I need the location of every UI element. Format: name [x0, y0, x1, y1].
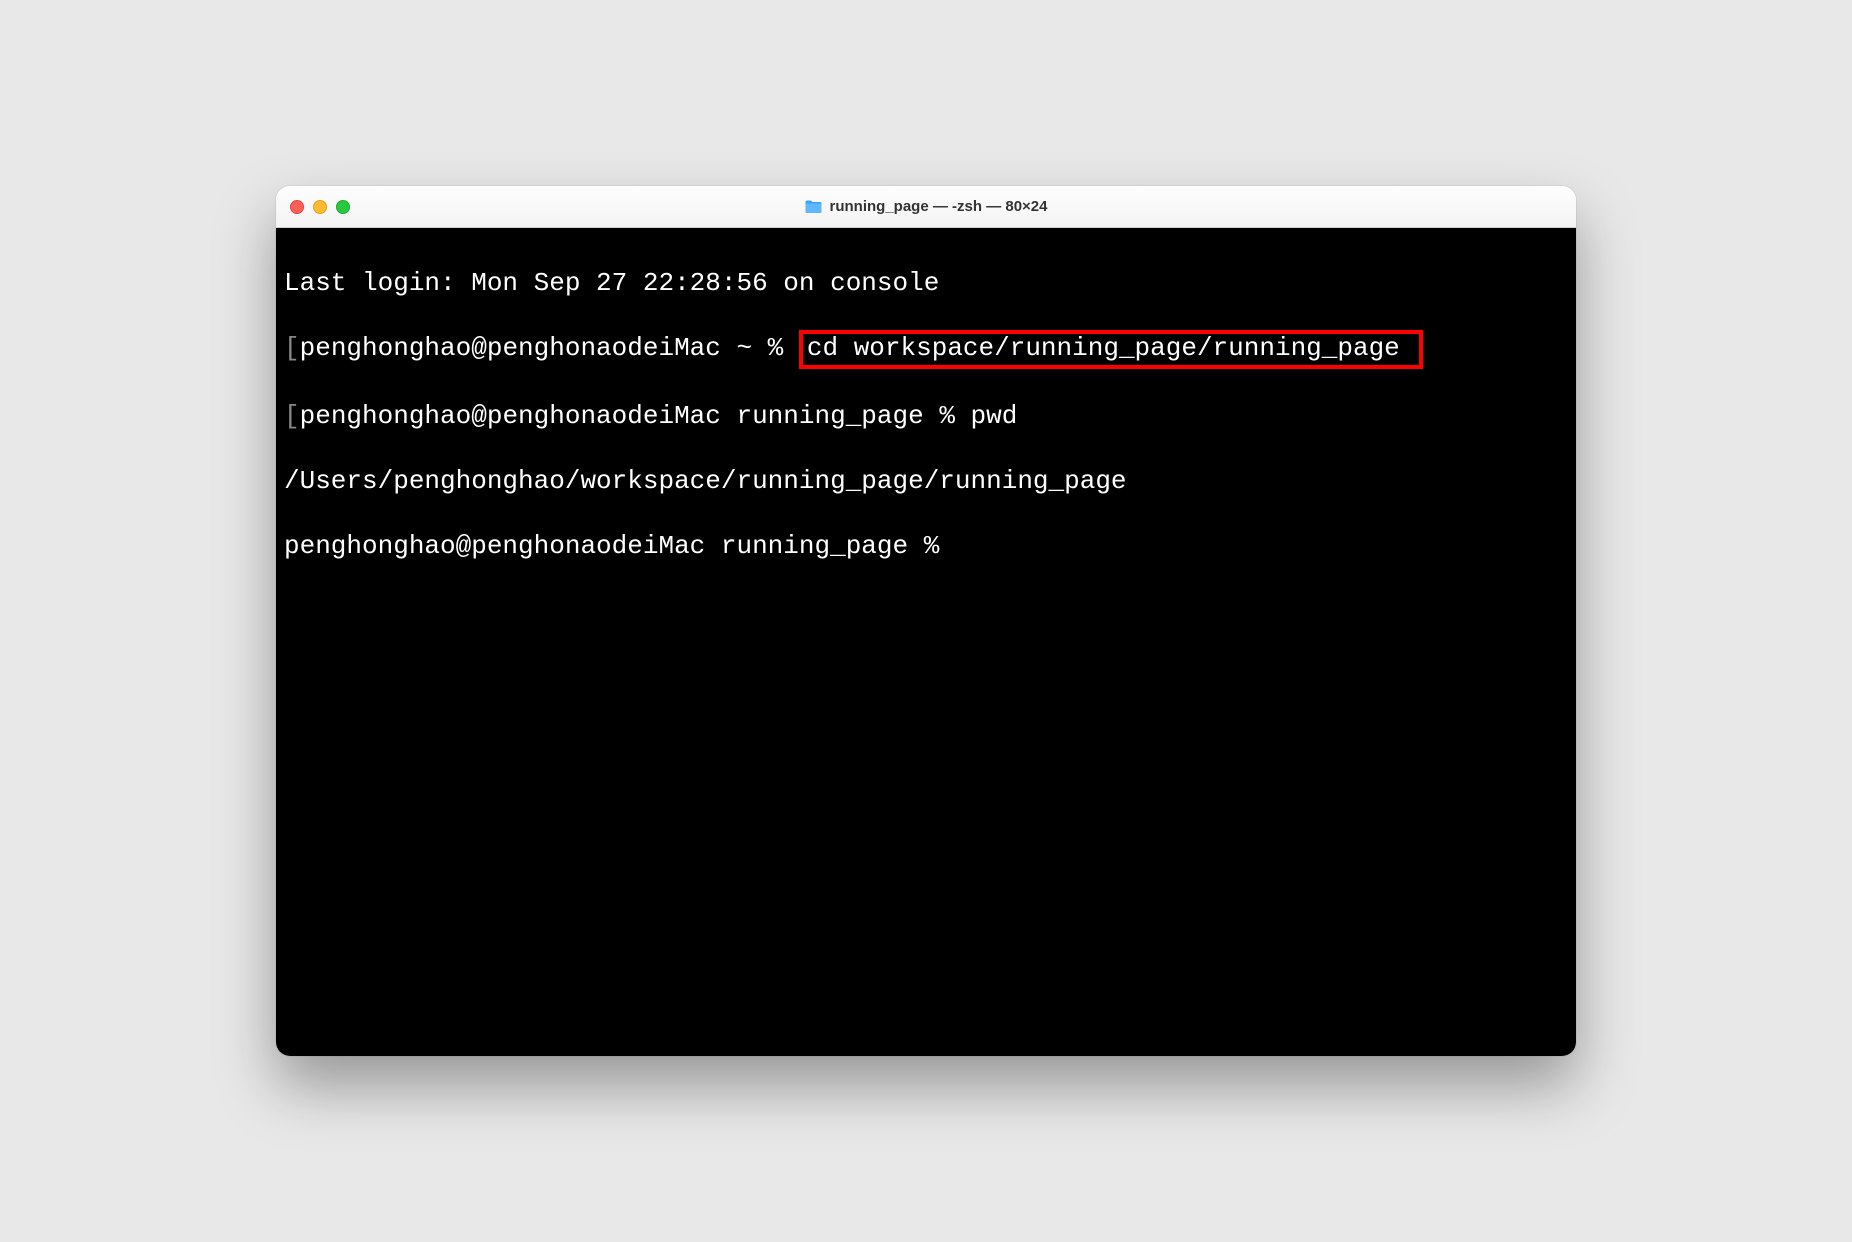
terminal-window: running_page — -zsh — 80×24 Last login: …: [276, 186, 1576, 1056]
prompt-text: penghonghao@penghonaodeiMac running_page…: [300, 401, 971, 431]
terminal-body[interactable]: Last login: Mon Sep 27 22:28:56 on conso…: [276, 228, 1576, 1056]
prompt-text: penghonghao@penghonaodeiMac ~ %: [300, 333, 799, 363]
bracket-open: [: [284, 401, 300, 431]
traffic-lights: [290, 200, 350, 214]
terminal-prompt-line: [penghonghao@penghonaodeiMac ~ % cd work…: [284, 332, 1568, 368]
terminal-output-line: Last login: Mon Sep 27 22:28:56 on conso…: [284, 267, 1568, 300]
minimize-button[interactable]: [313, 200, 327, 214]
highlighted-command: cd workspace/running_page/running_page: [799, 330, 1424, 370]
window-title-text: running_page — -zsh — 80×24: [830, 198, 1048, 215]
window-title: running_page — -zsh — 80×24: [805, 198, 1048, 215]
folder-icon: [805, 199, 823, 214]
titlebar[interactable]: running_page — -zsh — 80×24: [276, 186, 1576, 228]
command-text: pwd: [971, 401, 1018, 431]
terminal-prompt-line[interactable]: penghonghao@penghonaodeiMac running_page…: [284, 530, 1568, 563]
terminal-output-line: /Users/penghonghao/workspace/running_pag…: [284, 465, 1568, 498]
bracket-open: [: [284, 333, 300, 363]
close-button[interactable]: [290, 200, 304, 214]
prompt-text: penghonghao@penghonaodeiMac running_page…: [284, 531, 955, 561]
maximize-button[interactable]: [336, 200, 350, 214]
terminal-prompt-line: [penghonghao@penghonaodeiMac running_pag…: [284, 400, 1568, 433]
